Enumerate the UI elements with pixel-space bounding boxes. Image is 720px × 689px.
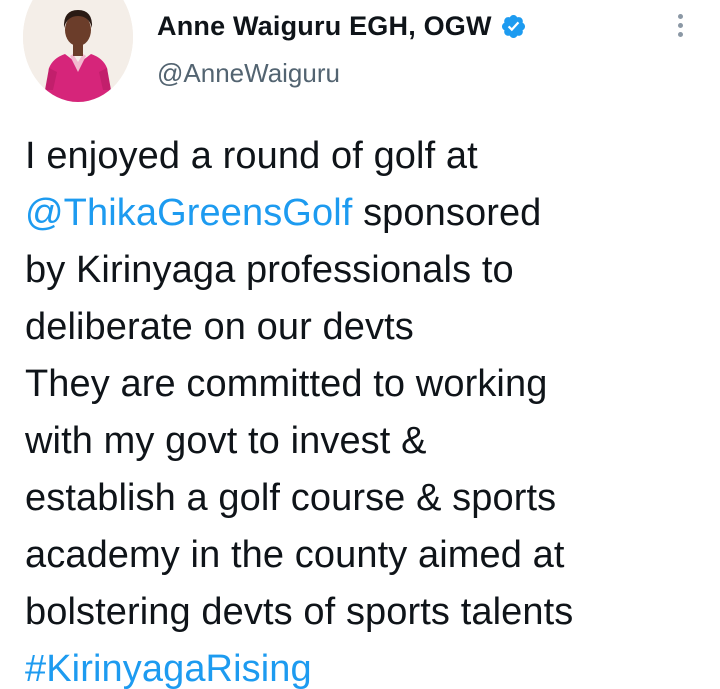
tweet-line: I enjoyed a round of golf at bbox=[25, 135, 478, 177]
tweet-line: by Kirinyaga professionals to bbox=[25, 249, 514, 291]
author-handle[interactable]: @AnneWaiguru bbox=[157, 58, 340, 89]
avatar[interactable] bbox=[23, 0, 133, 102]
tweet-line: establish a golf course & sports bbox=[25, 477, 557, 519]
display-name[interactable]: Anne Waiguru EGH, OGW bbox=[157, 11, 492, 42]
profile-photo-icon bbox=[23, 0, 133, 102]
tweet-line: bolstering devts of sports talents bbox=[25, 591, 574, 633]
tweet-text: I enjoyed a round of golf at @ThikaGreen… bbox=[25, 128, 705, 689]
tweet-line: with my govt to invest & bbox=[25, 420, 427, 462]
tweet-line: @ThikaGreensGolf sponsored bbox=[25, 185, 705, 242]
mention-link[interactable]: @ThikaGreensGolf bbox=[25, 192, 352, 234]
hashtag-link[interactable]: #KirinyagaRising bbox=[25, 641, 705, 689]
author-name-row[interactable]: Anne Waiguru EGH, OGW bbox=[157, 8, 527, 44]
tweet-line: deliberate on our devts bbox=[25, 306, 414, 348]
verified-badge-icon bbox=[501, 14, 525, 38]
tweet-line: They are committed to working bbox=[25, 363, 548, 405]
more-vertical-icon[interactable] bbox=[670, 10, 690, 46]
tweet-line: academy in the county aimed at bbox=[25, 534, 565, 576]
tweet-card: Anne Waiguru EGH, OGW @AnneWaiguru I enj… bbox=[0, 0, 720, 689]
tweet-line-text: sponsored bbox=[352, 192, 542, 234]
